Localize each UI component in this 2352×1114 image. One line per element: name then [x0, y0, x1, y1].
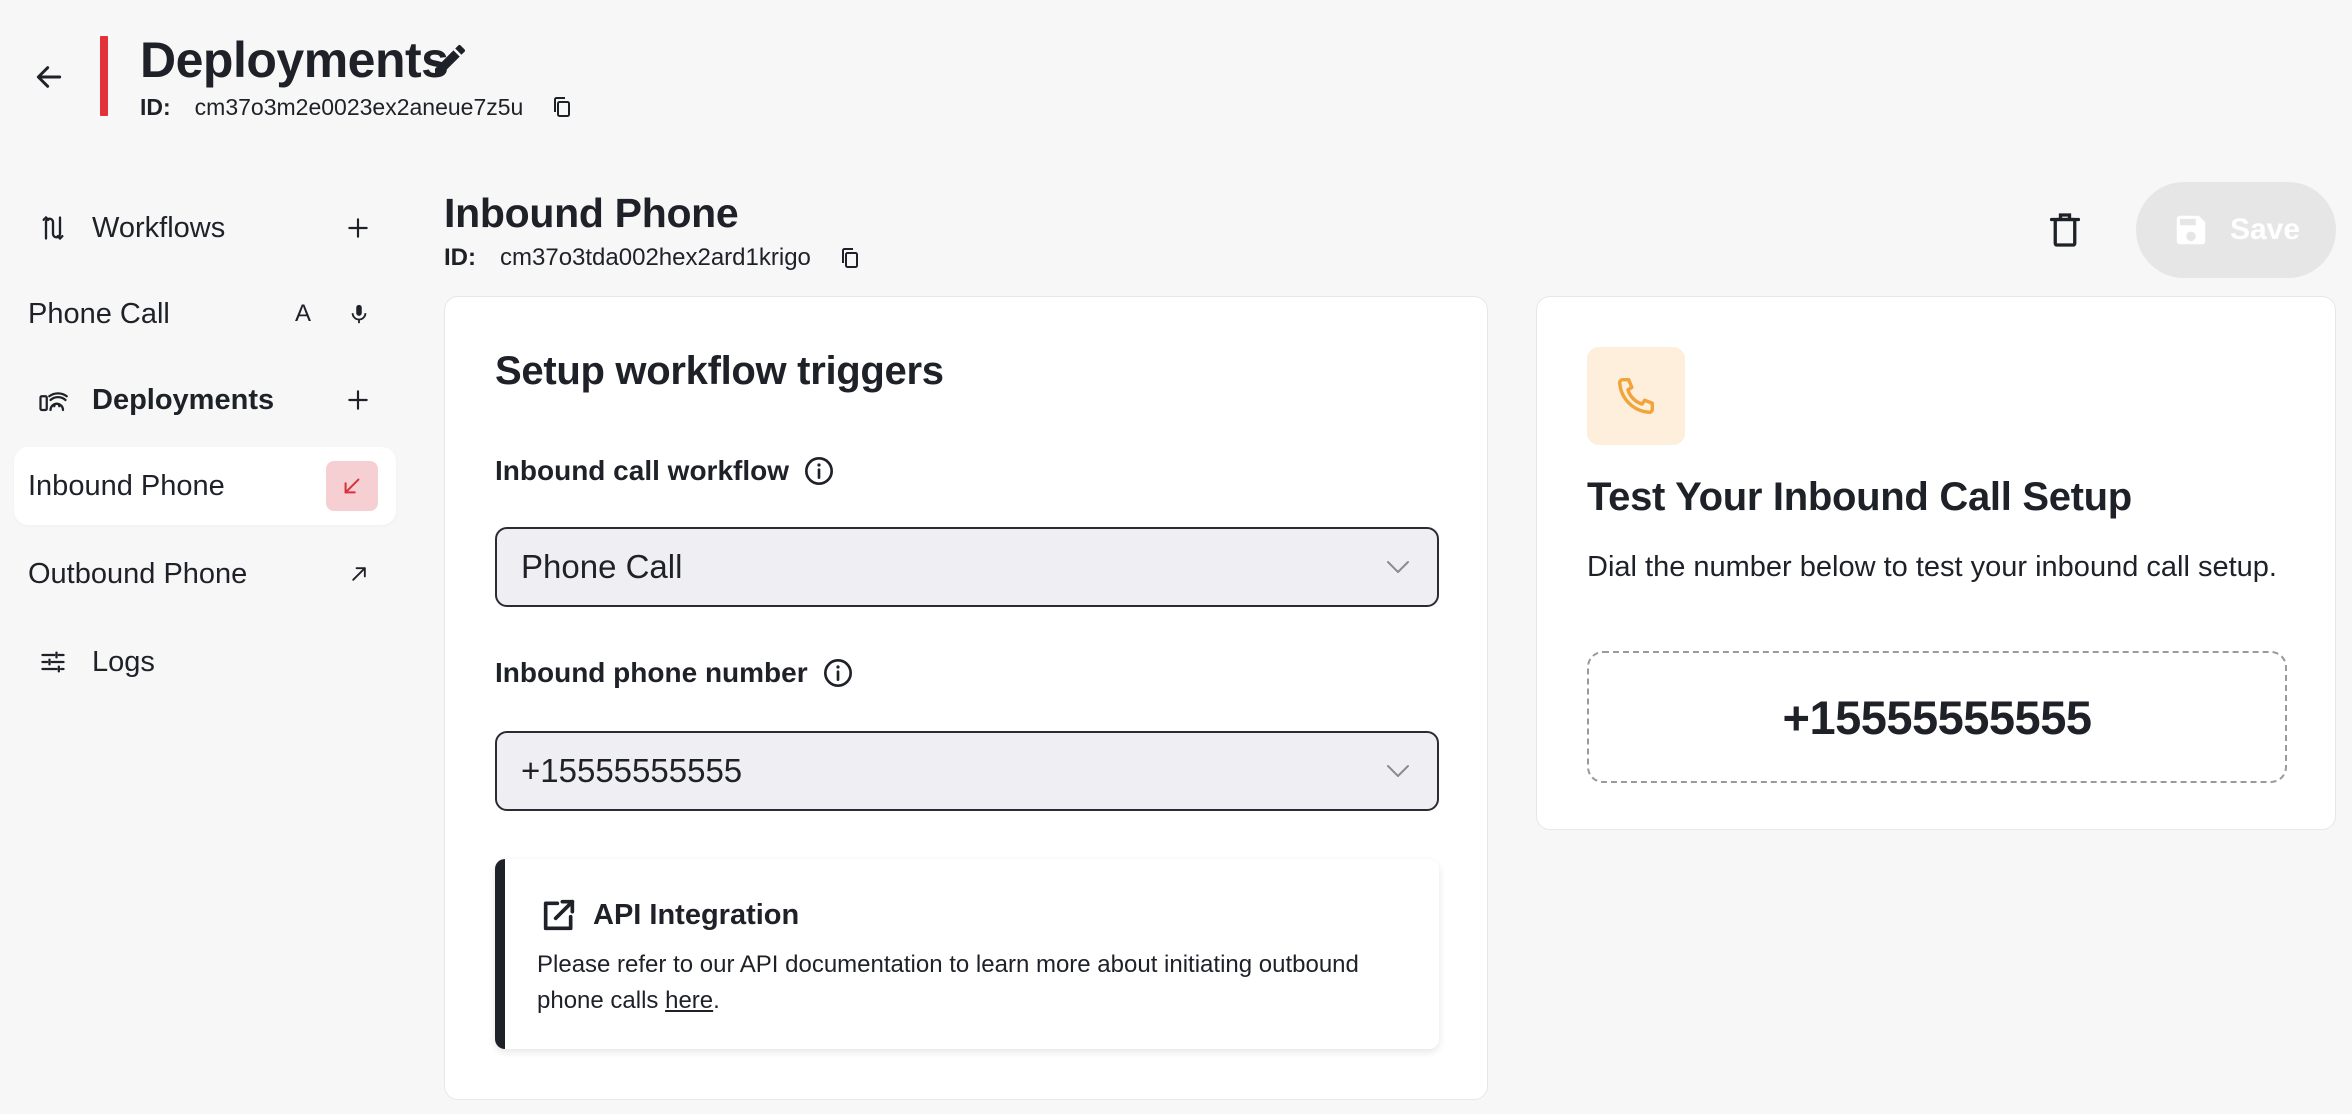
sidebar-item-label: Outbound Phone: [28, 557, 248, 590]
save-label: Save: [2229, 213, 2301, 246]
plus-icon: [348, 218, 368, 238]
test-phone-number[interactable]: +15555555555: [1587, 651, 2287, 783]
add-deployment-button[interactable]: [340, 382, 376, 418]
sidebar-item-label: Inbound Phone: [28, 469, 225, 502]
api-text: Please refer to our API documentation to…: [537, 951, 1359, 1014]
label-text: Inbound phone number: [495, 657, 808, 688]
arrow-left-icon: [36, 66, 62, 88]
id-label: ID:: [140, 94, 171, 120]
api-integration-callout: API Integration Please refer to our API …: [495, 859, 1439, 1049]
trigger-id: ID: cm37o3tda002hex2ard1krigo: [444, 242, 865, 274]
accent-bar: [100, 36, 108, 116]
chevron-down-icon: [1387, 561, 1409, 573]
edit-title-button[interactable]: [430, 40, 470, 80]
info-icon[interactable]: [803, 455, 835, 487]
delete-button[interactable]: [2044, 206, 2086, 254]
sidebar-item-phone-call[interactable]: Phone Call A: [14, 275, 396, 353]
test-title: Test Your Inbound Call Setup: [1587, 475, 2132, 519]
sidebar-item-deployments[interactable]: Deployments: [14, 361, 396, 439]
deployments-icon: [36, 383, 70, 417]
external-link-icon: [543, 899, 575, 931]
id-value: cm37o3tda002hex2ard1krigo: [500, 244, 811, 271]
workflow-field-label: Inbound call workflow: [495, 455, 835, 487]
page-title: Deployments: [140, 32, 449, 88]
microphone-icon: [344, 299, 374, 329]
add-workflow-button[interactable]: [340, 210, 376, 246]
phone-icon: [1617, 377, 1655, 415]
sidebar-item-outbound-phone[interactable]: Outbound Phone: [14, 535, 396, 613]
triggers-card: Setup workflow triggers Inbound call wor…: [444, 296, 1488, 1100]
sidebar-item-label: Logs: [92, 645, 155, 678]
sidebar-item-label: Workflows: [92, 211, 226, 244]
trash-icon: [2050, 213, 2080, 247]
save-button[interactable]: Save: [2136, 182, 2336, 278]
model-badge: A: [294, 300, 311, 327]
save-icon: [2176, 215, 2206, 245]
arrow-down-left-icon: [344, 478, 360, 494]
copy-icon[interactable]: [835, 243, 865, 273]
card-heading: Setup workflow triggers: [495, 349, 944, 393]
phone-number-select[interactable]: +15555555555: [495, 731, 1439, 811]
chevron-down-icon: [1387, 765, 1409, 777]
phone-select-value: +15555555555: [521, 752, 743, 789]
sidebar-item-label: Deployments: [92, 383, 275, 416]
info-icon[interactable]: [822, 657, 854, 689]
arrow-up-right-icon: [344, 559, 374, 589]
back-button[interactable]: [26, 54, 72, 100]
workflow-icon: [36, 211, 70, 245]
api-docs-link[interactable]: here: [665, 987, 713, 1014]
id-value: cm37o3m2e0023ex2aneue7z5u: [194, 94, 524, 120]
api-description: Please refer to our API documentation to…: [537, 947, 1417, 1019]
sliders-icon: [36, 645, 70, 679]
label-text: Inbound call workflow: [495, 455, 789, 486]
workflow-select[interactable]: Phone Call: [495, 527, 1439, 607]
plus-icon: [348, 390, 368, 410]
id-label: ID:: [444, 244, 476, 271]
phone-tile: [1587, 347, 1685, 445]
sidebar-item-label: Phone Call: [28, 297, 170, 330]
api-title-text: API Integration: [593, 898, 800, 931]
test-description: Dial the number below to test your inbou…: [1587, 551, 2277, 583]
api-title: API Integration: [539, 895, 799, 935]
deployment-id: ID: cm37o3m2e0023ex2aneue7z5u: [140, 92, 577, 122]
phone-field-label: Inbound phone number: [495, 657, 854, 689]
sidebar-item-logs[interactable]: Logs: [14, 623, 396, 701]
inbound-badge: [326, 461, 378, 511]
sidebar-item-workflows[interactable]: Workflows: [14, 189, 396, 267]
workflow-select-value: Phone Call: [521, 548, 683, 585]
copy-icon[interactable]: [547, 92, 577, 122]
sidebar-item-inbound-phone[interactable]: Inbound Phone: [14, 447, 396, 525]
section-title: Inbound Phone: [444, 190, 739, 236]
pencil-icon: [435, 44, 466, 75]
api-suffix: .: [713, 987, 720, 1014]
test-setup-card: Test Your Inbound Call Setup Dial the nu…: [1536, 296, 2336, 830]
